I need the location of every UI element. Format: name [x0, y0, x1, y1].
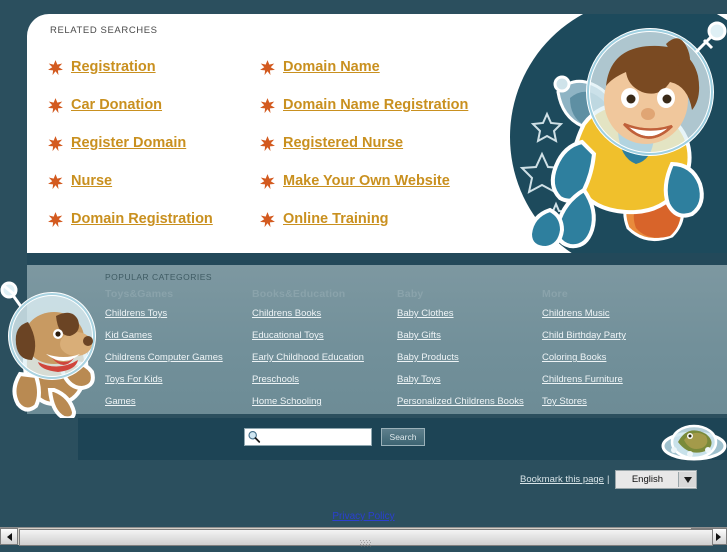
category-link[interactable]: Childrens Books [252, 308, 364, 319]
related-search-item[interactable]: Car Donation [45, 86, 260, 124]
star-bullet-icon [257, 171, 277, 191]
related-search-item[interactable]: Online Training [257, 200, 507, 238]
category-link[interactable]: Early Childhood Education [252, 352, 364, 363]
category-column-more: More Childrens Music Child Birthday Part… [542, 288, 626, 414]
related-search-link[interactable]: Domain Name [283, 59, 380, 75]
scrollbar-grip-icon [360, 534, 372, 547]
related-search-link[interactable]: Domain Name Registration [283, 97, 468, 113]
category-header: Toys&Games [105, 288, 174, 300]
related-searches-left-column: Registration Car Donation Register Domai… [45, 48, 260, 238]
star-bullet-icon [257, 133, 277, 153]
related-search-item[interactable]: Domain Name [257, 48, 507, 86]
privacy-policy-link[interactable]: Privacy Policy [332, 511, 394, 522]
category-link[interactable]: Childrens Toys [105, 308, 223, 319]
related-search-link[interactable]: Make Your Own Website [283, 173, 450, 189]
category-column-baby: Baby Baby Clothes Baby Gifts Baby Produc… [397, 288, 524, 414]
bookmark-separator: | [606, 474, 610, 485]
star-bullet-icon [45, 95, 65, 115]
panel-divider-strip [27, 253, 727, 265]
popular-categories-heading: POPULAR CATEGORIES [105, 272, 213, 282]
star-bullet-icon [45, 133, 65, 153]
related-search-item[interactable]: Registration [45, 48, 260, 86]
astronaut-boy-illustration [490, 14, 727, 253]
category-link[interactable]: Coloring Books [542, 352, 626, 363]
related-searches-panel: RELATED SEARCHES Registration Car Donati… [27, 14, 727, 253]
category-link[interactable]: Baby Clothes [397, 308, 524, 319]
magnifier-icon [247, 430, 261, 444]
related-search-item[interactable]: Domain Name Registration [257, 86, 507, 124]
related-search-item[interactable]: Make Your Own Website [257, 162, 507, 200]
star-bullet-icon [257, 57, 277, 77]
search-button[interactable]: Search [381, 428, 425, 446]
category-link[interactable]: Child Birthday Party [542, 330, 626, 341]
category-column-books-education: Books&Education Childrens Books Educatio… [252, 288, 364, 414]
category-link[interactable]: Toy Stores [542, 396, 626, 407]
category-link[interactable]: Baby Toys [397, 374, 524, 385]
related-searches-right-column: Domain Name Domain Name Registration Reg… [257, 48, 507, 238]
related-search-link[interactable]: Domain Registration [71, 211, 213, 227]
star-bullet-icon [45, 209, 65, 229]
scrollbar-track[interactable] [19, 529, 713, 547]
category-link[interactable]: Educational Toys [252, 330, 364, 341]
related-search-link[interactable]: Registration [71, 59, 156, 75]
related-search-link[interactable]: Online Training [283, 211, 389, 227]
related-search-item[interactable]: Nurse [45, 162, 260, 200]
related-search-item[interactable]: Registered Nurse [257, 124, 507, 162]
category-header: Books&Education [252, 288, 346, 300]
horizontal-scrollbar[interactable] [0, 527, 727, 547]
related-search-item[interactable]: Domain Registration [45, 200, 260, 238]
language-selected-value: English [631, 474, 664, 485]
search-input[interactable] [263, 429, 367, 445]
related-searches-heading: RELATED SEARCHES [50, 25, 158, 36]
scrollbar-thumb[interactable] [19, 529, 713, 547]
scroll-left-button[interactable] [0, 528, 18, 545]
parked-domain-page: RELATED SEARCHES Registration Car Donati… [0, 0, 727, 528]
bookmark-language-row: Bookmark this page | English [520, 470, 698, 489]
category-link[interactable]: Games [105, 396, 223, 407]
category-link[interactable]: Personalized Childrens Books [397, 396, 524, 407]
category-link[interactable]: Preschools [252, 374, 364, 385]
category-column-toys-games: Toys&Games Childrens Toys Kid Games Chil… [105, 288, 223, 414]
category-link[interactable]: Childrens Computer Games [105, 352, 223, 363]
related-search-link[interactable]: Nurse [71, 173, 112, 189]
category-link[interactable]: Kid Games [105, 330, 223, 341]
category-header: Baby [397, 288, 424, 300]
chevron-down-icon[interactable] [678, 472, 697, 487]
category-link[interactable]: Baby Gifts [397, 330, 524, 341]
star-bullet-icon [45, 171, 65, 191]
category-link[interactable]: Childrens Furniture [542, 374, 626, 385]
star-bullet-icon [257, 209, 277, 229]
star-bullet-icon [45, 57, 65, 77]
category-link[interactable]: Baby Products [397, 352, 524, 363]
popular-categories-panel: POPULAR CATEGORIES Toys&Games Childrens … [27, 265, 727, 414]
category-link[interactable]: Childrens Music [542, 308, 626, 319]
related-search-link[interactable]: Car Donation [71, 97, 162, 113]
privacy-policy-row: Privacy Policy [0, 506, 727, 524]
category-link[interactable]: Toys For Kids [105, 374, 223, 385]
bookmark-this-page-link[interactable]: Bookmark this page [520, 474, 604, 485]
star-bullet-icon [257, 95, 277, 115]
category-header: More [542, 288, 568, 300]
category-link[interactable]: Home Schooling [252, 396, 364, 407]
language-select[interactable]: English [615, 470, 698, 489]
search-form: Search [244, 428, 425, 446]
related-search-link[interactable]: Register Domain [71, 135, 186, 151]
related-search-item[interactable]: Register Domain [45, 124, 260, 162]
search-field-wrapper[interactable] [244, 428, 372, 446]
search-footer-bar: Search [78, 418, 727, 460]
related-search-link[interactable]: Registered Nurse [283, 135, 403, 151]
